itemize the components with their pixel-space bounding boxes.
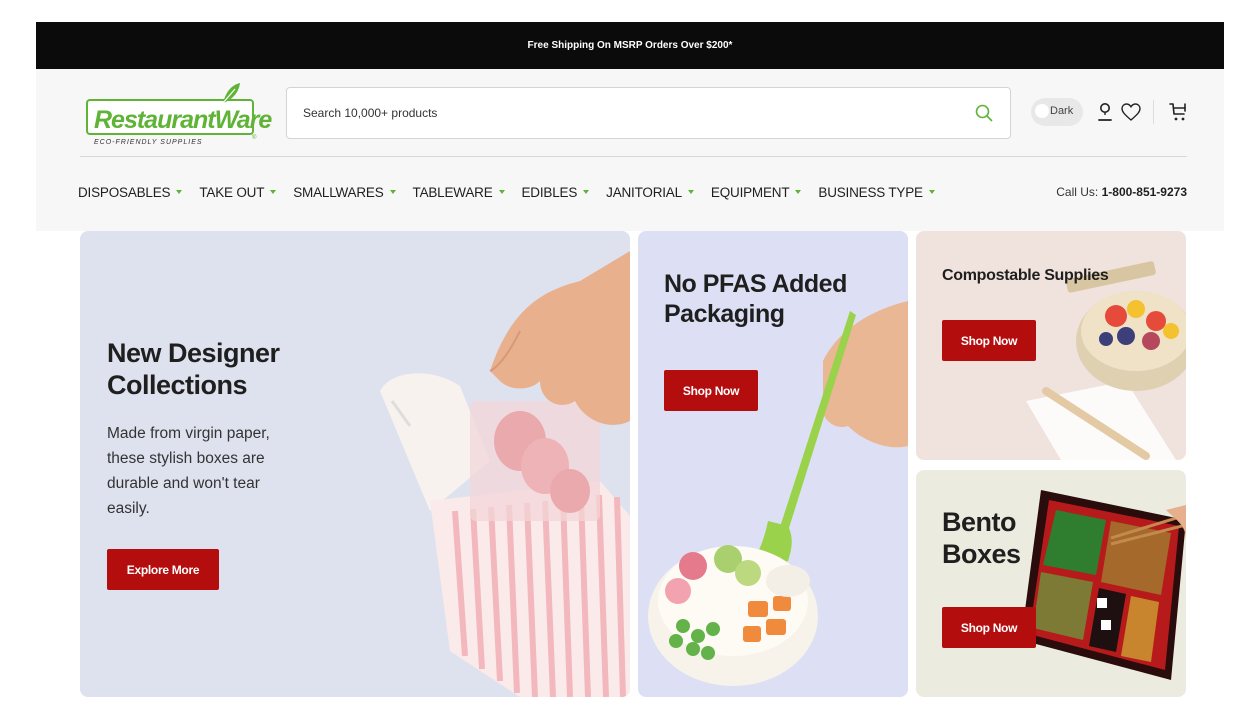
nav-item-label: SMALLWARES bbox=[293, 184, 384, 200]
cart-icon[interactable] bbox=[1168, 101, 1188, 123]
nav-item-take-out[interactable]: TAKE OUT bbox=[199, 184, 277, 200]
hero-description: Made from virgin paper, these stylish bo… bbox=[107, 421, 270, 521]
hero-description-line: these stylish boxes are bbox=[107, 450, 265, 468]
hero-designer-collections[interactable]: New Designer Collections Made from virgi… bbox=[80, 231, 630, 697]
site-header: RestaurantWare ECO-FRIENDLY SUPPLIES ® D… bbox=[36, 69, 1224, 231]
leaf-icon bbox=[222, 83, 240, 104]
nav-item-business-type[interactable]: BUSINESS TYPE bbox=[818, 184, 935, 200]
logo-wordmark: RestaurantWare bbox=[94, 106, 272, 134]
nav-item-label: TABLEWARE bbox=[412, 184, 493, 200]
nav-item-label: TAKE OUT bbox=[199, 184, 265, 200]
nav-item-label: EQUIPMENT bbox=[710, 184, 790, 200]
main-nav: DISPOSABLES TAKE OUT SMALLWARES TABLEWAR… bbox=[78, 177, 952, 207]
hero-description-line: durable and won't tear bbox=[107, 475, 260, 493]
hero-bento-boxes[interactable]: Bento Boxes Shop Now bbox=[916, 470, 1186, 697]
brand-logo[interactable]: RestaurantWare ECO-FRIENDLY SUPPLIES ® bbox=[80, 77, 272, 155]
toggle-knob bbox=[1035, 104, 1049, 118]
hero-compostable-supplies[interactable]: Compostable Supplies Shop Now bbox=[916, 231, 1186, 460]
nav-item-edibles[interactable]: EDIBLES bbox=[522, 185, 590, 200]
hero-title: New Designer Collections bbox=[107, 337, 280, 402]
announcement-text: Free Shipping On MSRP Orders Over $200* bbox=[527, 40, 733, 51]
nav-item-tableware[interactable]: TABLEWARE bbox=[413, 185, 505, 200]
chevron-down-icon bbox=[498, 190, 505, 194]
announcement-bar: Free Shipping On MSRP Orders Over $200* bbox=[36, 22, 1224, 69]
chevron-down-icon bbox=[928, 190, 935, 194]
search-input[interactable] bbox=[303, 100, 943, 126]
logo-tagline: ECO-FRIENDLY SUPPLIES bbox=[94, 139, 203, 146]
nav-item-disposables[interactable]: DISPOSABLES bbox=[78, 184, 183, 200]
nav-item-smallwares[interactable]: SMALLWARES bbox=[293, 184, 396, 200]
dark-mode-toggle[interactable]: Dark bbox=[1031, 98, 1083, 126]
user-icon[interactable] bbox=[1096, 101, 1114, 123]
nav-item-label: JANITORIAL bbox=[606, 184, 682, 200]
hero-title: Bento Boxes bbox=[942, 506, 1021, 571]
hero-title-line: Packaging bbox=[664, 300, 785, 328]
nav-item-label: DISPOSABLES bbox=[78, 184, 171, 200]
hero-title-line: Boxes bbox=[942, 539, 1021, 570]
explore-more-button[interactable]: Explore More bbox=[107, 549, 219, 590]
hero-no-pfas-packaging[interactable]: No PFAS Added Packaging Shop Now bbox=[638, 231, 908, 697]
nav-item-label: BUSINESS TYPE bbox=[818, 184, 923, 200]
nav-item-janitorial[interactable]: JANITORIAL bbox=[606, 185, 694, 200]
chevron-down-icon bbox=[389, 190, 396, 194]
heart-icon[interactable] bbox=[1120, 102, 1142, 122]
logo-registered: ® bbox=[252, 135, 257, 141]
header-separator bbox=[80, 156, 1187, 157]
call-us-label: Call Us: bbox=[1056, 185, 1099, 199]
hero-title-line: Bento bbox=[942, 507, 1016, 537]
page: Free Shipping On MSRP Orders Over $200* … bbox=[0, 0, 1260, 720]
hero-title-line: New Designer bbox=[107, 338, 280, 368]
hero-title-line: Collections bbox=[107, 370, 248, 401]
poke-bowl-with-fork-image bbox=[648, 301, 908, 686]
hero-title-line: No PFAS Added bbox=[664, 270, 847, 298]
header-divider bbox=[1153, 100, 1154, 124]
hero-title: No PFAS Added Packaging bbox=[664, 269, 847, 329]
call-us[interactable]: Call Us: 1-800-851-9273 bbox=[1056, 185, 1187, 199]
chevron-down-icon bbox=[795, 190, 802, 194]
chevron-down-icon bbox=[583, 190, 590, 194]
shop-now-button[interactable]: Shop Now bbox=[942, 320, 1036, 361]
hero-description-line: Made from virgin paper, bbox=[107, 425, 270, 442]
chevron-down-icon bbox=[687, 190, 694, 194]
shop-now-button[interactable]: Shop Now bbox=[664, 370, 758, 411]
hero-title: Compostable Supplies bbox=[942, 267, 1109, 284]
hero-description-line: easily. bbox=[107, 500, 150, 518]
dark-mode-label: Dark bbox=[1050, 105, 1074, 117]
search-icon[interactable] bbox=[974, 103, 994, 123]
search-bar bbox=[286, 87, 1011, 139]
shop-now-button[interactable]: Shop Now bbox=[942, 607, 1036, 648]
nav-item-label: EDIBLES bbox=[521, 184, 578, 200]
phone-number: 1-800-851-9273 bbox=[1101, 185, 1187, 199]
bento-box-image bbox=[1021, 490, 1186, 680]
pink-striped-box-image bbox=[380, 251, 630, 697]
chevron-down-icon bbox=[270, 190, 277, 194]
nav-item-equipment[interactable]: EQUIPMENT bbox=[710, 184, 802, 200]
chevron-down-icon bbox=[176, 190, 183, 194]
